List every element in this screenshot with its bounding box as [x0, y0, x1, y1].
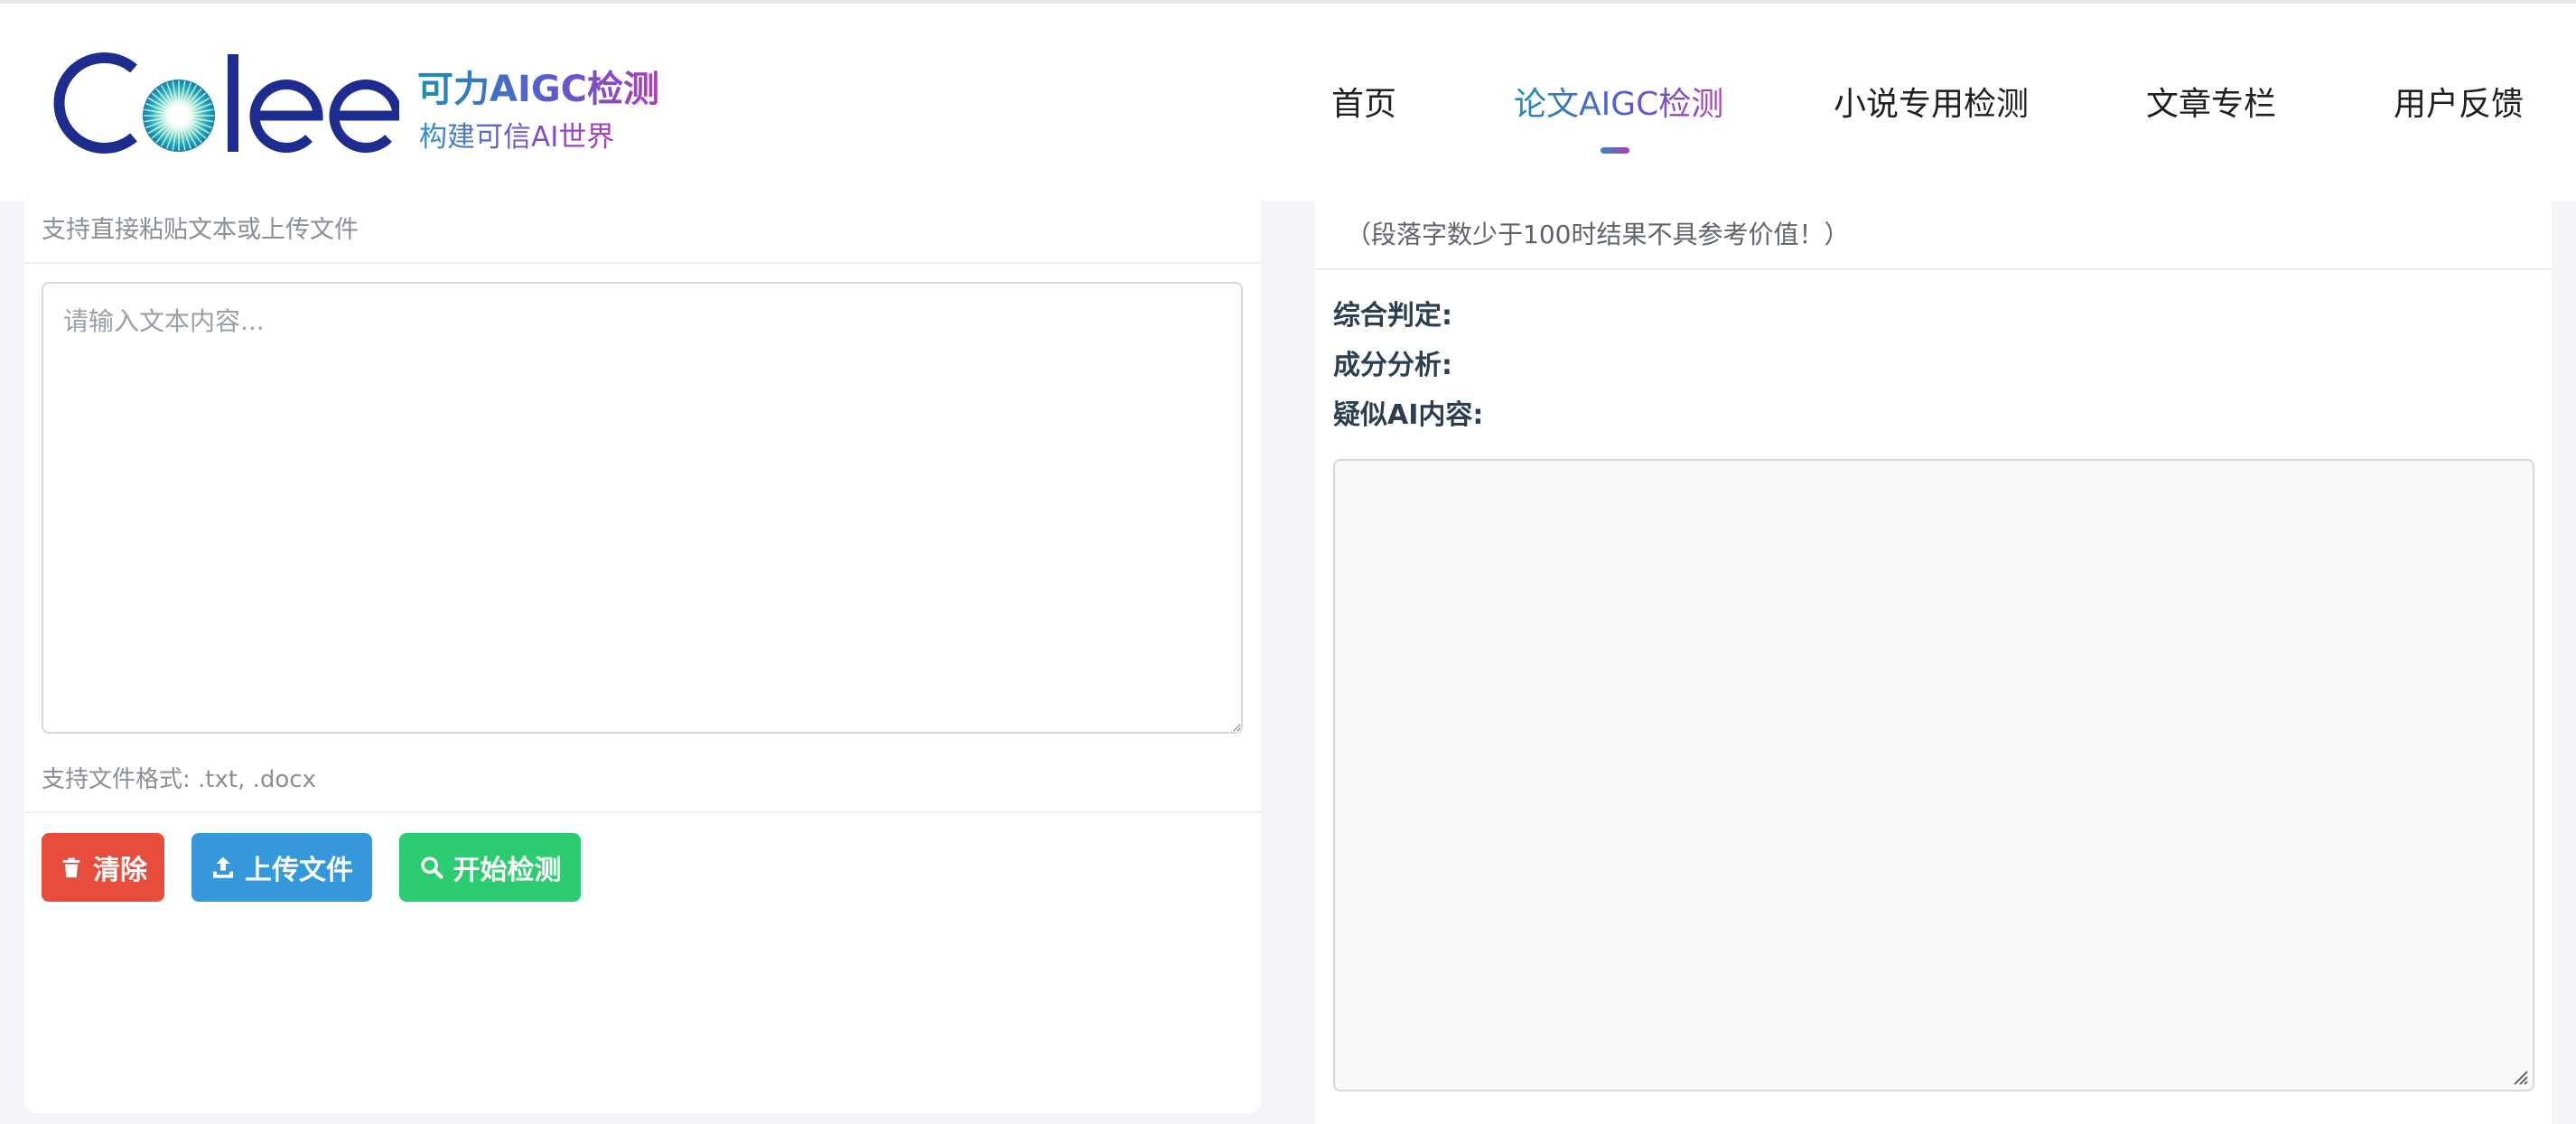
upload-icon — [212, 857, 234, 878]
brand-title: 可力AIGC检测 — [417, 60, 659, 112]
composition-analysis-label: 成分分析: — [1333, 350, 1452, 381]
suspected-ai-content-label: 疑似AI内容: — [1333, 399, 1484, 431]
logo-wordmark — [53, 52, 399, 154]
overall-judgment-label: 综合判定: — [1333, 300, 1452, 332]
nav-feedback[interactable]: 用户反馈 — [2394, 83, 2524, 126]
result-panel: （段落字数少于100时结果不具参考价值！） 综合判定: 成分分析: 疑似AI内容… — [1315, 201, 2552, 1124]
nav-paper-aigc-detection[interactable]: 论文AIGC检测 — [1514, 83, 1723, 126]
input-panel: 支持直接粘贴文本或上传文件 支持文件格式: .txt, .docx 清除 上传文… — [24, 201, 1261, 1113]
clear-button-label: 清除 — [93, 855, 147, 886]
active-nav-indicator — [1601, 147, 1629, 154]
brand-subtitle: 构建可信AI世界 — [419, 114, 614, 155]
upload-file-button[interactable]: 上传文件 — [191, 833, 372, 902]
nav-articles[interactable]: 文章专栏 — [2146, 83, 2276, 126]
divider — [1315, 268, 2552, 270]
divider — [24, 262, 1261, 264]
search-icon — [420, 857, 443, 879]
resize-handle-icon[interactable] — [2509, 1066, 2529, 1086]
site-header: 可力AIGC检测 构建可信AI世界 首页 论文AIGC检测 小说专用检测 文章专… — [0, 4, 2576, 201]
result-hint: （段落字数少于100时结果不具参考价值！） — [1346, 220, 1850, 249]
suspected-ai-content-box[interactable] — [1333, 459, 2534, 1091]
supported-formats: 支持文件格式: .txt, .docx — [42, 766, 316, 793]
nav-home[interactable]: 首页 — [1331, 83, 1396, 126]
start-detection-button[interactable]: 开始检测 — [399, 833, 581, 902]
detect-button-label: 开始检测 — [453, 855, 562, 886]
clear-button[interactable]: 清除 — [42, 833, 164, 902]
trash-icon — [62, 857, 80, 878]
nav-novel-detection[interactable]: 小说专用检测 — [1834, 83, 2029, 126]
upload-button-label: 上传文件 — [245, 855, 353, 886]
input-hint: 支持直接粘贴文本或上传文件 — [42, 216, 359, 244]
divider — [24, 811, 1261, 813]
text-input[interactable] — [42, 282, 1243, 734]
colee-logo[interactable] — [51, 49, 399, 157]
